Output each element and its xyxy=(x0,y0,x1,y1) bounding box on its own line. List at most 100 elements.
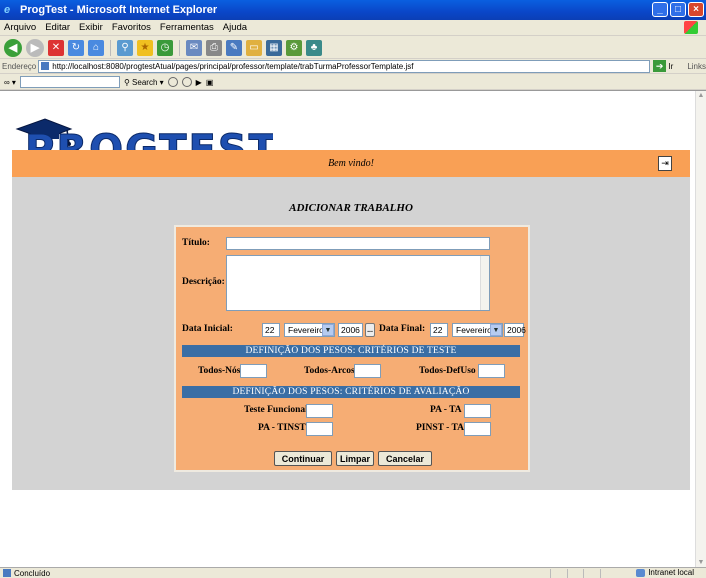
menu-arquivo[interactable]: Arquivo xyxy=(4,22,36,33)
options-icon[interactable]: ▣ xyxy=(206,78,214,87)
home-icon[interactable]: ⌂ xyxy=(88,39,104,56)
teste-funcional-label: Teste Funcional xyxy=(244,405,308,415)
address-input[interactable]: http://localhost:8080/progtestAtual/page… xyxy=(38,59,650,73)
play-icon[interactable]: ▶ xyxy=(196,78,202,87)
search-toolbar-input[interactable] xyxy=(19,76,120,88)
search-icon[interactable]: ⚲ xyxy=(117,39,133,56)
todos-nos-label: Todos-Nós xyxy=(198,366,241,376)
minimize-button[interactable]: _ xyxy=(652,2,668,17)
links-button[interactable]: Links xyxy=(687,62,706,71)
menu-editar[interactable]: Editar xyxy=(45,22,70,33)
menu-ferramentas[interactable]: Ferramentas xyxy=(160,22,214,33)
toolbar-separator xyxy=(110,39,111,56)
limpar-button[interactable]: Limpar xyxy=(336,451,374,466)
tool-icon[interactable]: ⚙ xyxy=(286,39,302,56)
descricao-scrollbar[interactable] xyxy=(480,256,489,310)
messenger-icon[interactable]: ♣ xyxy=(306,39,322,56)
cancelar-button[interactable]: Cancelar xyxy=(378,451,432,466)
descricao-textarea[interactable] xyxy=(226,255,490,311)
status-divider xyxy=(550,569,551,578)
welcome-text: Bem vindo! xyxy=(328,158,374,169)
menu-ajuda[interactable]: Ajuda xyxy=(223,22,247,33)
data-inicial-calendar-button[interactable]: ... xyxy=(365,323,375,337)
status-bar: Concluído Intranet local xyxy=(0,567,706,578)
favorites-icon[interactable]: ★ xyxy=(137,39,153,56)
data-inicial-year-input[interactable]: 2006 xyxy=(338,323,363,337)
print-icon[interactable]: ⎙ xyxy=(206,39,222,56)
status-divider xyxy=(600,569,601,578)
status-text: Concluído xyxy=(14,568,51,578)
mail-icon[interactable]: ✉ xyxy=(186,39,202,56)
data-inicial-day-input[interactable]: 22 xyxy=(262,323,280,337)
stop-icon[interactable]: ✕ xyxy=(48,39,64,56)
security-zone: Intranet local xyxy=(636,568,694,577)
scroll-up-icon[interactable]: ▲ xyxy=(696,91,706,101)
folder-icon[interactable]: ▭ xyxy=(246,39,262,56)
address-bar: Endereço http://localhost:8080/progtestA… xyxy=(0,59,706,74)
pinst-ta-label: PINST - TA xyxy=(416,423,465,433)
search-toolbar: ∞ ▾ ⚲ Search ▾ ▶ ▣ xyxy=(0,75,706,90)
teste-funcional-input[interactable] xyxy=(306,404,333,418)
page-done-icon xyxy=(3,569,11,577)
pa-tinst-label: PA - TINST xyxy=(258,423,306,433)
chevron-down-icon: ▼ xyxy=(322,324,334,336)
pa-tinst-input[interactable] xyxy=(306,422,333,436)
toolbar-options-icon[interactable]: ∞ ▾ xyxy=(4,78,16,87)
status-divider xyxy=(567,569,568,578)
browser-toolbar: ◀ ▶ ✕ ↻ ⌂ ⚲ ★ ◷ ✉ ⎙ ✎ ▭ ▦ ⚙ ♣ xyxy=(0,37,706,59)
logout-icon[interactable]: ⇥ xyxy=(658,156,672,171)
toolbar-separator xyxy=(179,39,180,56)
page-icon xyxy=(41,62,50,70)
close-button[interactable]: × xyxy=(688,2,704,17)
back-icon[interactable]: ◀ xyxy=(4,38,22,57)
zone-label: Intranet local xyxy=(648,568,694,577)
content-area: ADICIONAR TRABALHO Título: Descrição: Da… xyxy=(12,177,690,490)
descricao-label: Descrição: xyxy=(182,277,225,287)
data-final-day-input[interactable]: 22 xyxy=(430,323,448,337)
history-icon[interactable]: ◷ xyxy=(157,39,173,56)
windows-logo-icon xyxy=(684,21,698,34)
todos-nos-input[interactable] xyxy=(240,364,267,378)
forward-icon[interactable]: ▶ xyxy=(26,38,44,57)
titulo-input[interactable] xyxy=(226,237,490,250)
menu-exibir[interactable]: Exibir xyxy=(79,22,103,33)
pa-ta-label: PA - TA xyxy=(430,405,462,415)
window-title: ProgTest - Microsoft Internet Explorer xyxy=(20,4,218,16)
research-icon[interactable]: ▦ xyxy=(266,39,282,56)
maximize-button[interactable]: □ xyxy=(670,2,686,17)
go-icon[interactable]: ➔ xyxy=(652,60,667,72)
welcome-banner: Bem vindo! ⇥ xyxy=(12,150,690,177)
pa-ta-input[interactable] xyxy=(464,404,491,418)
address-url: http://localhost:8080/progtestAtual/page… xyxy=(52,61,414,71)
todos-defuso-input[interactable] xyxy=(478,364,505,378)
browser-viewport: PROGTEST Bem vindo! ⇥ ADICIONAR TRABALHO… xyxy=(0,90,706,568)
chevron-down-icon: ▼ xyxy=(490,324,502,336)
data-final-year-input[interactable]: 2006 xyxy=(504,323,526,337)
refresh-icon[interactable]: ↻ xyxy=(68,39,84,56)
popup-blocker-icon[interactable] xyxy=(181,77,192,87)
data-inicial-month-select[interactable]: Fevereiro ▼ xyxy=(284,323,335,337)
go-button-label[interactable]: Ir xyxy=(668,62,673,71)
address-label: Endereço xyxy=(2,61,37,71)
data-final-month-select[interactable]: Fevereiro ▼ xyxy=(452,323,503,337)
todos-arcos-label: Todos-Arcos xyxy=(304,366,355,376)
intranet-icon xyxy=(636,568,646,577)
page-scrollbar[interactable]: ▲ ▼ xyxy=(695,91,706,568)
status-divider xyxy=(583,569,584,578)
highlight-icon[interactable] xyxy=(167,77,178,87)
add-work-form: Título: Descrição: Data Inicial: 22 Feve… xyxy=(174,225,530,472)
menu-favoritos[interactable]: Favoritos xyxy=(112,22,151,33)
data-inicial-label: Data Inicial: xyxy=(182,324,233,334)
titulo-label: Título: xyxy=(182,238,210,248)
section-criterios-teste: DEFINIÇÃO DOS PESOS: CRITÉRIOS DE TESTE xyxy=(182,345,520,357)
section-criterios-avaliacao: DEFINIÇÃO DOS PESOS: CRITÉRIOS DE AVALIA… xyxy=(182,386,520,398)
continuar-button[interactable]: Continuar xyxy=(274,451,332,466)
pinst-ta-input[interactable] xyxy=(464,422,491,436)
search-toolbar-button[interactable]: ⚲ Search ▾ xyxy=(124,78,164,87)
menu-bar: Arquivo Editar Exibir Favoritos Ferramen… xyxy=(0,20,706,36)
page-title: ADICIONAR TRABALHO xyxy=(289,202,413,214)
edit-icon[interactable]: ✎ xyxy=(226,39,242,56)
todos-arcos-input[interactable] xyxy=(354,364,381,378)
internet-explorer-icon: e xyxy=(4,4,11,16)
window-title-bar: e ProgTest - Microsoft Internet Explorer… xyxy=(0,0,706,20)
